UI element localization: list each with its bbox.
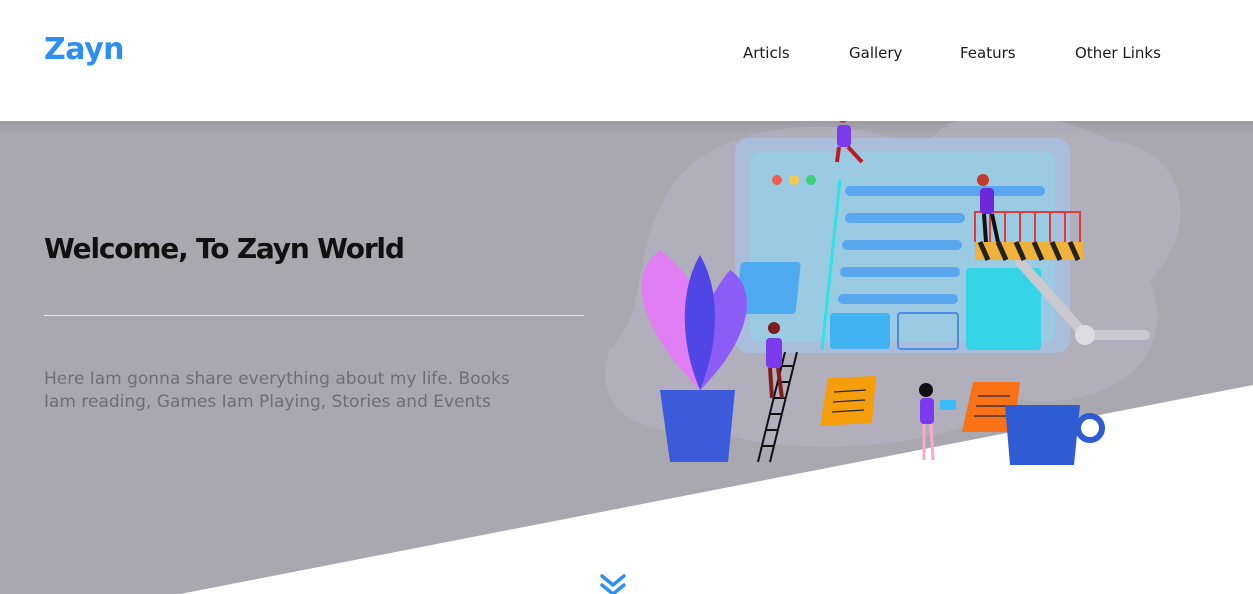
nav-link-articls[interactable]: Articls bbox=[743, 44, 790, 62]
nav-link-featurs[interactable]: Featurs bbox=[960, 44, 1016, 62]
site-header: Zayn Articls Gallery Featurs Other Links bbox=[0, 0, 1253, 121]
hero-description: Here Iam gonna share everything about my… bbox=[44, 369, 510, 412]
hero-title: Welcome, To Zayn World bbox=[44, 232, 405, 265]
nav-link-other-links[interactable]: Other Links bbox=[1075, 44, 1161, 62]
nav-link-gallery[interactable]: Gallery bbox=[849, 44, 902, 62]
site-logo[interactable]: Zayn bbox=[44, 32, 125, 67]
hero-illustration bbox=[604, 111, 1181, 465]
scroll-down-chevron-icon[interactable] bbox=[599, 574, 627, 594]
hero-divider bbox=[44, 315, 584, 316]
